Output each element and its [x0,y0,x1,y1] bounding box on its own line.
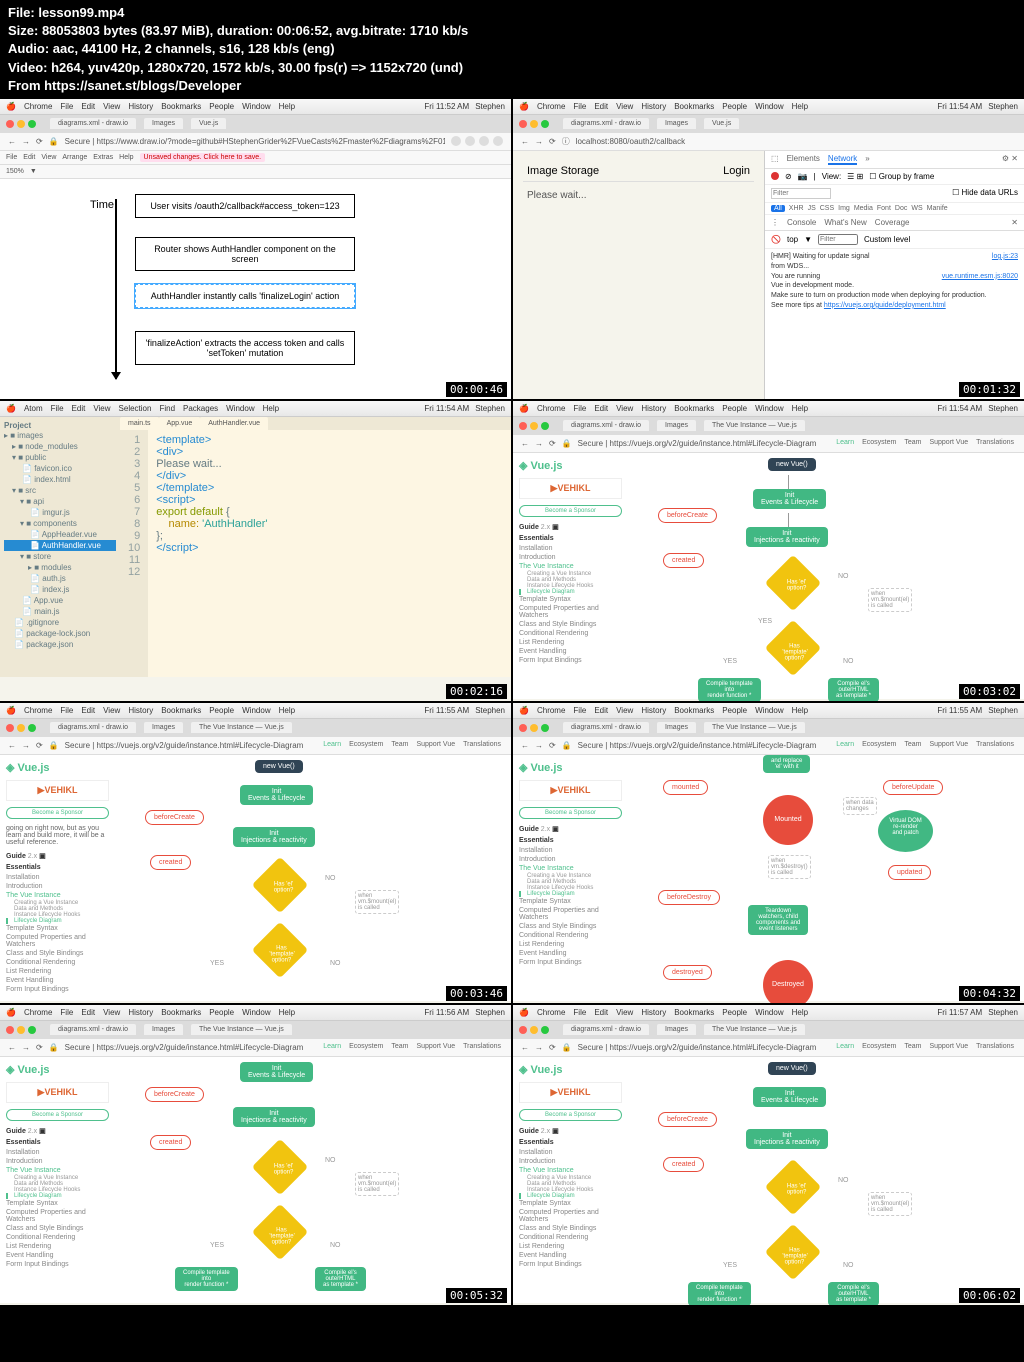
code-editor[interactable]: 123456789101112 <template> <div> Please … [120,430,511,677]
app-title: Image Storage [527,165,599,177]
app-content: Image Storage Login Please wait... [513,151,764,399]
frame-5-vue: 🍎ChromeFileEditViewHistoryBookmarksPeopl… [0,703,511,1003]
drawio-canvas[interactable]: Time User visits /oauth2/callback#access… [0,179,511,399]
file-info-header: File: lesson99.mp4 Size: 88053803 bytes … [0,0,1024,99]
frame-8-vue: 🍎ChromeFileEditViewHistoryBookmarksPeopl… [513,1005,1024,1305]
url-bar[interactable]: ←→⟳🔒 Secure | https://www.draw.io/?mode=… [0,133,511,151]
flow-box-3-selected[interactable]: AuthHandler instantly calls 'finalizeLog… [135,284,355,308]
network-tab: Network [828,154,857,165]
frame-1-drawio: 🍎ChromeFileEditViewHistoryBookmarksPeopl… [0,99,511,399]
devtools-panel[interactable]: ⬚Elements Network» ⚙ ✕ ⊘📷| View:☰ ⊞ ☐ Gr… [764,151,1024,399]
timeline-arrow [115,199,117,379]
record-icon [771,172,779,180]
file-tree[interactable]: Project ▸ ■ images ▸ ■ node_modules ▾ ■ … [0,417,120,677]
drawio-menu[interactable]: FileEditViewArrangeExtrasHelp Unsaved ch… [0,151,511,165]
lifecycle-diagram: new Vue() Init Events & Lifecycle before… [628,453,1024,699]
frame-4-vue: 🍎ChromeFileEditViewHistoryBookmarksPeopl… [513,401,1024,701]
flow-box-4[interactable]: 'finalizeAction' extracts the access tok… [135,331,355,365]
vue-sidebar[interactable]: ◈ Vue.js ▶VEHIKL Become a Sponsor Guide … [513,453,628,699]
editor-tabs[interactable]: main.ts App.vue AuthHandler.vue [120,417,511,430]
frame-6-vue: 🍎ChromeFileEditViewHistoryBookmarksPeopl… [513,703,1024,1003]
console-output: [HMR] Waiting for update signal log.js:2… [765,249,1024,314]
login-link[interactable]: Login [723,165,750,177]
mac-menubar: 🍎ChromeFileEditViewHistoryBookmarksPeopl… [0,99,511,115]
unsaved-warning[interactable]: Unsaved changes. Click here to save. [140,153,266,162]
flow-box-2[interactable]: Router shows AuthHandler component on th… [135,237,355,271]
frame-2-devtools: 🍎ChromeFileEditViewHistoryBookmarksPeopl… [513,99,1024,399]
frame-7-vue: 🍎ChromeFileEditViewHistoryBookmarksPeopl… [0,1005,511,1305]
video-timestamp: 00:00:46 [446,382,507,397]
flow-box-1[interactable]: User visits /oauth2/callback#access_toke… [135,194,355,218]
frame-3-atom: 🍎AtomFileEditViewSelectionFindPackagesWi… [0,401,511,701]
filter-input[interactable] [771,188,831,199]
browser-tabs[interactable]: diagrams.xml - draw.ioImagesVue.js [0,115,511,133]
selected-file: 📄 AuthHandler.vue [4,540,116,551]
